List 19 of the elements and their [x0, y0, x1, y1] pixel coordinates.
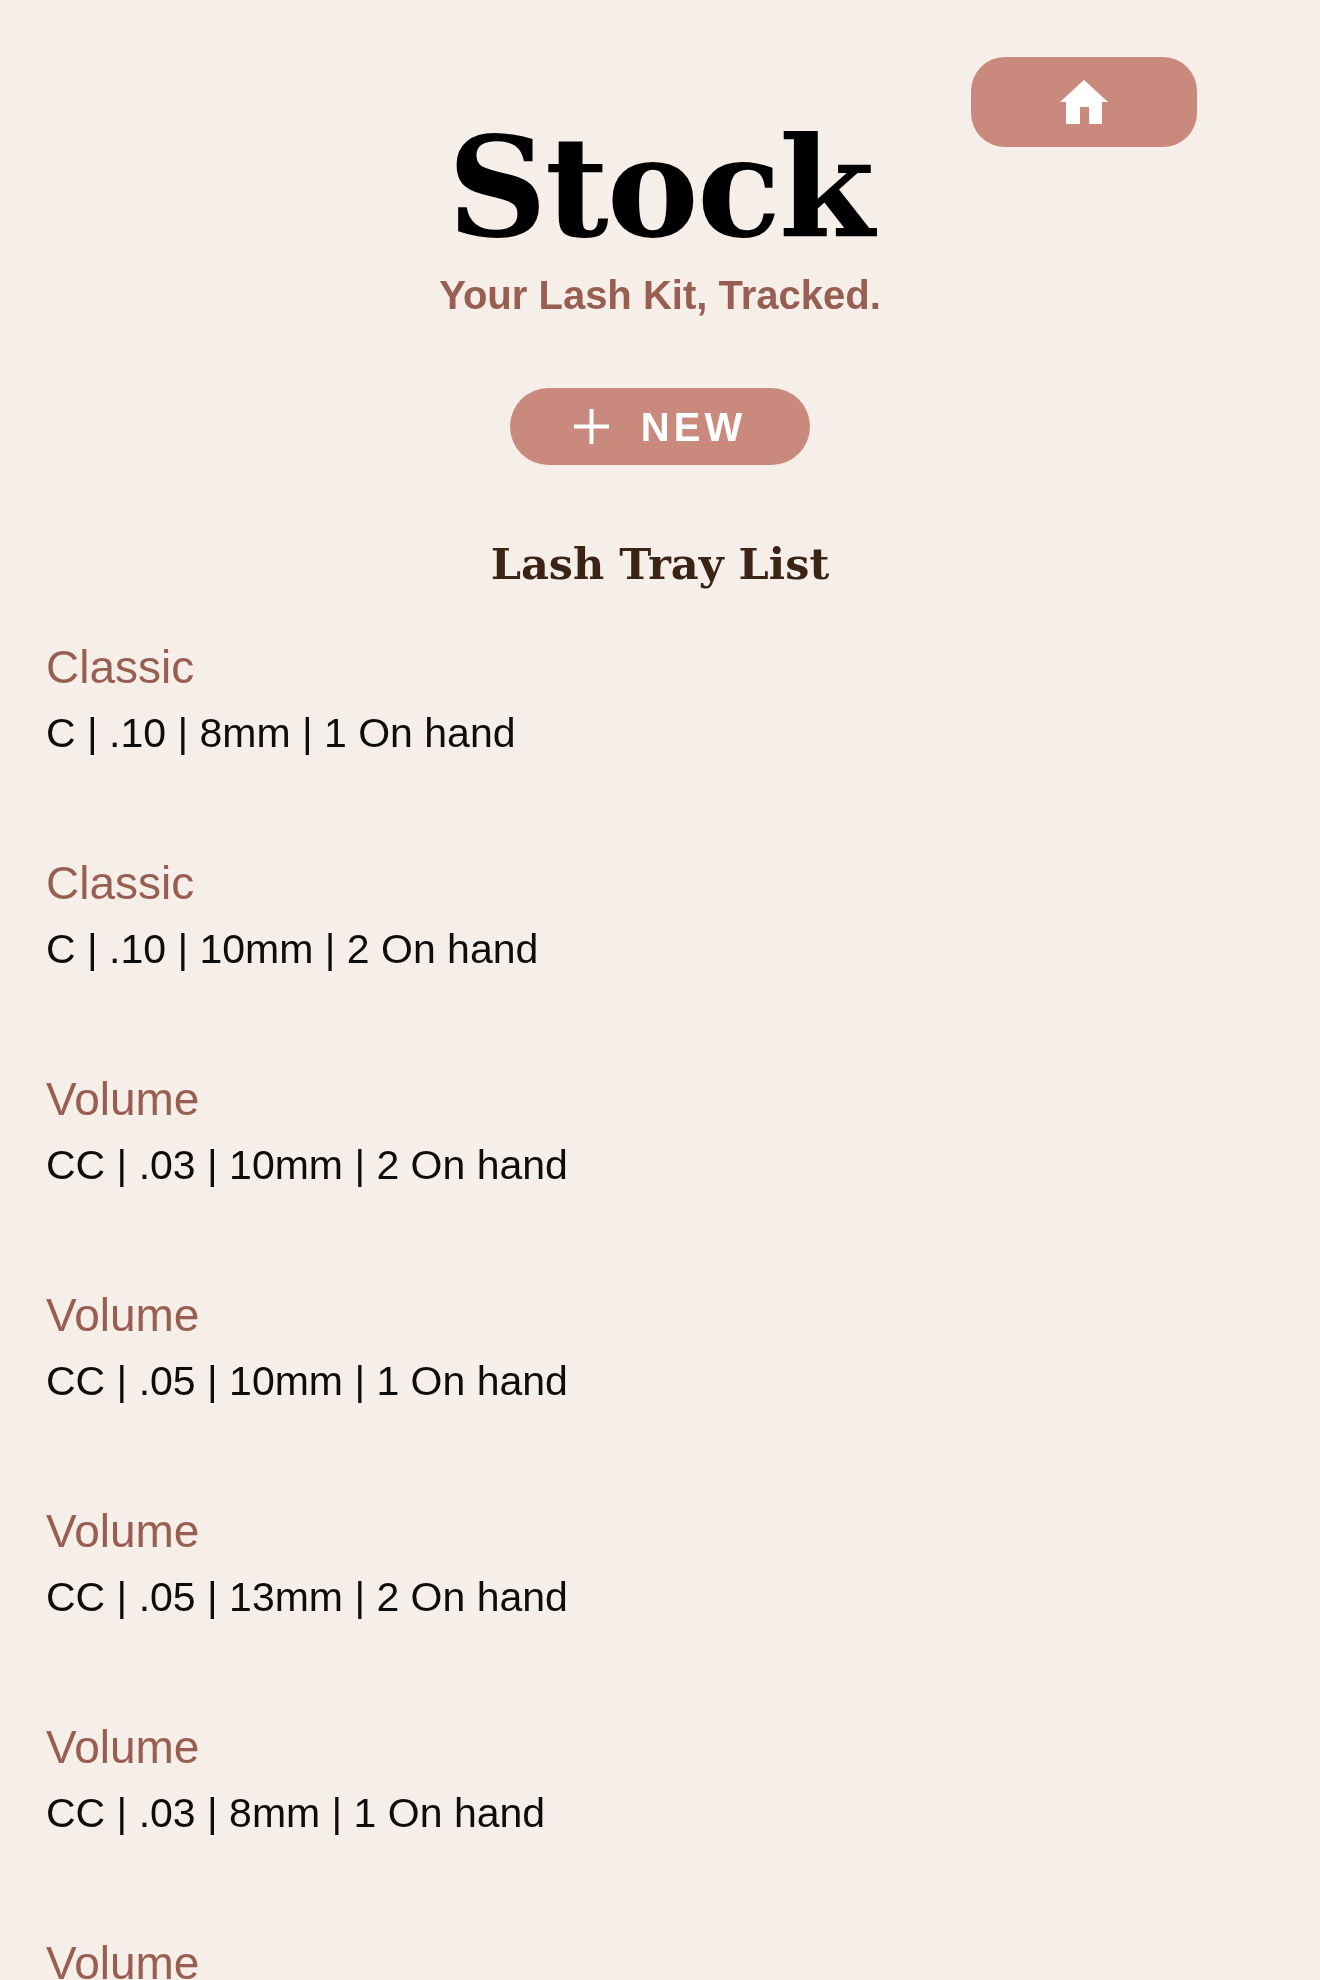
tray-category: Classic: [46, 858, 195, 908]
tray-details: CC | .03 | 8mm | 1 On hand: [46, 1790, 546, 1836]
tray-category: Volume: [46, 1290, 200, 1340]
tray-details: CC | .03 | 10mm | 2 On hand: [46, 1142, 568, 1188]
tray-details: CC | .05 | 10mm | 1 On hand: [46, 1358, 568, 1404]
tray-details: C | .10 | 10mm | 2 On hand: [46, 926, 539, 972]
tray-category: Volume: [46, 1074, 200, 1124]
new-button[interactable]: NEW: [509, 388, 811, 465]
tray-category: Volume: [46, 1722, 200, 1772]
list-heading: Lash Tray List: [489, 538, 831, 591]
tray-details: C | .10 | 8mm | 1 On hand: [46, 710, 516, 756]
plus-icon: [573, 409, 609, 444]
tray-category: Volume: [46, 1506, 200, 1556]
tray-category: Classic: [46, 642, 195, 692]
tray-details: CC | .05 | 13mm | 2 On hand: [46, 1574, 568, 1620]
home-icon: [1060, 80, 1108, 124]
app-subtitle: Your Lash Kit, Tracked.: [439, 272, 881, 318]
tray-category: Volume: [46, 1938, 200, 1980]
home-button[interactable]: [971, 57, 1197, 147]
